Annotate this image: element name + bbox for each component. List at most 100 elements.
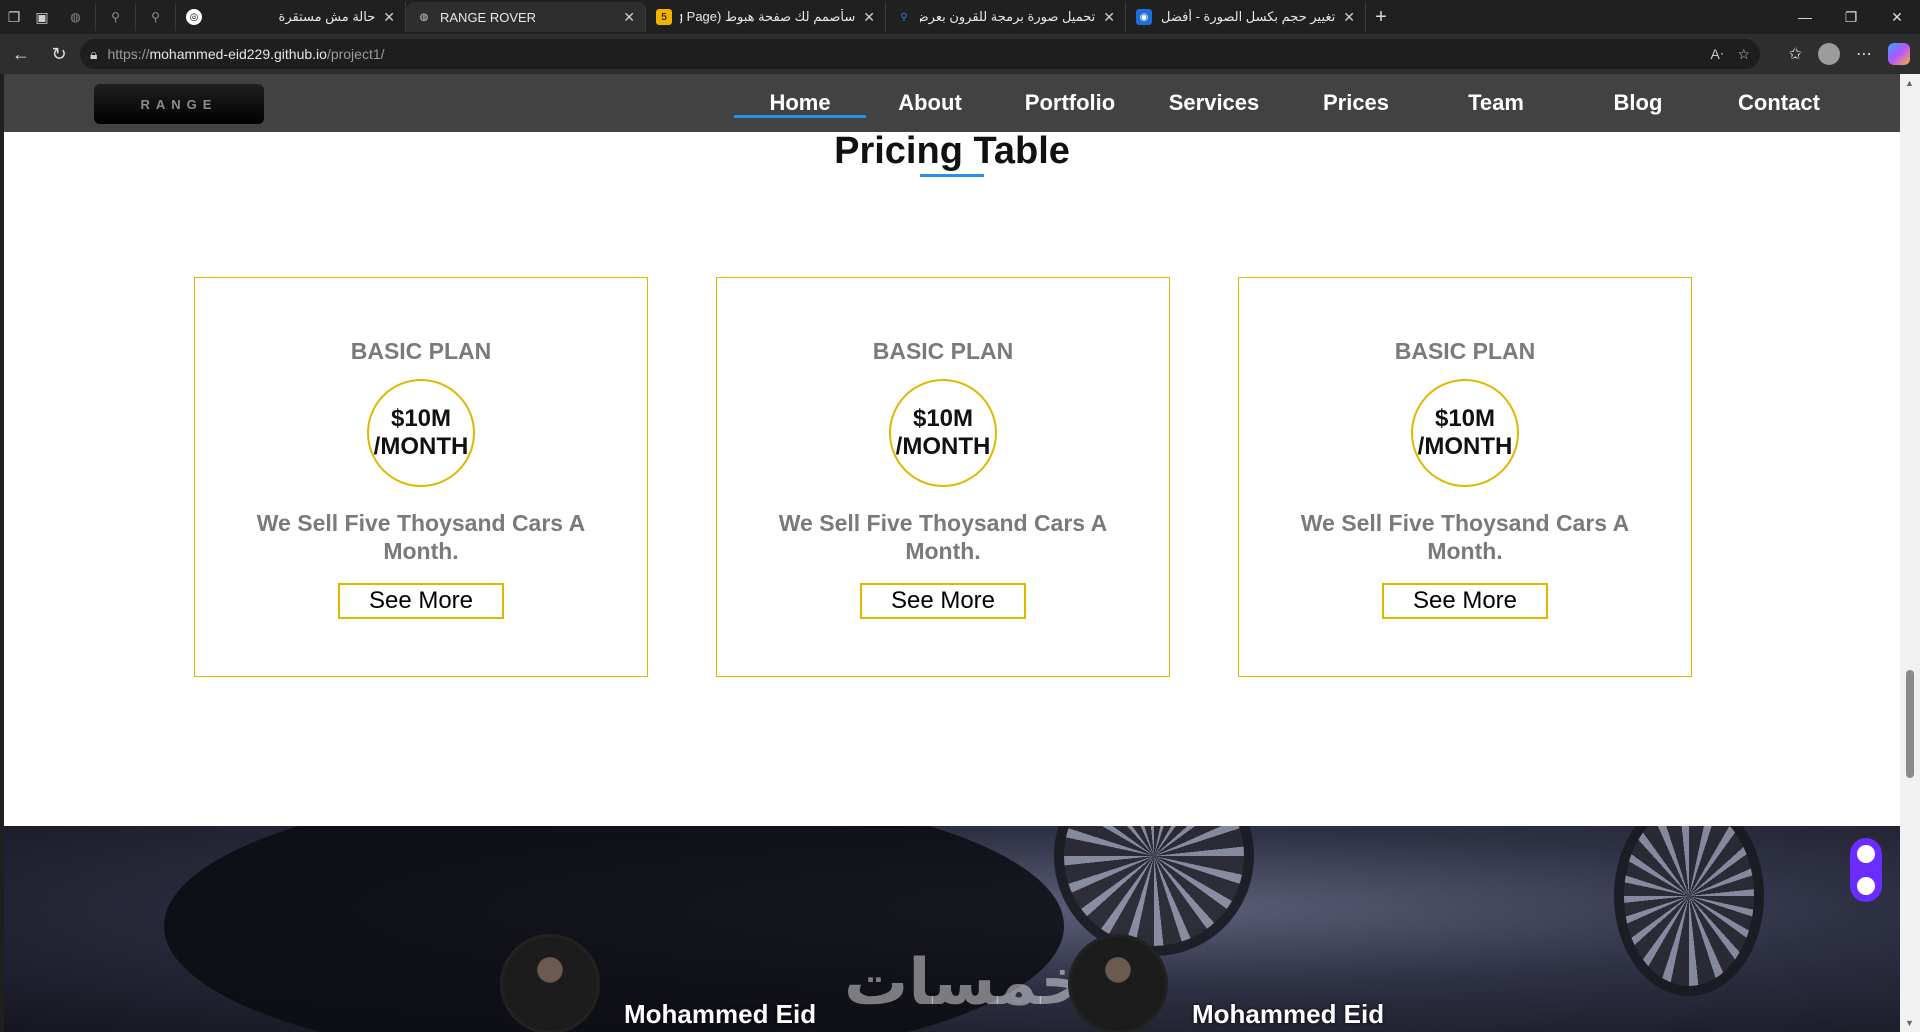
title-underline (920, 174, 984, 177)
pricing-card: BASIC PLAN $10M /MONTH We Sell Five Thoy… (194, 277, 648, 677)
refresh-icon: ↻ (51, 43, 67, 64)
window-controls: — ❐ ✕ (1782, 0, 1920, 34)
pricing-card: BASIC PLAN $10M /MONTH We Sell Five Thoy… (1238, 277, 1692, 677)
nav-contact[interactable]: Contact (1714, 74, 1844, 132)
nav-team[interactable]: Team (1430, 74, 1562, 132)
more-options-icon[interactable]: ⋯ (1856, 44, 1872, 64)
price-badge: $10M /MONTH (367, 379, 475, 487)
plan-description: We Sell Five Thoysand Cars A Month. (778, 510, 1108, 564)
tab-strip: ❐ ▣ ◍ ⚲ ⚲ ◎ حالة مش مستقرة ✕ ◍ RANGE ROV… (0, 0, 1920, 34)
khamsat-favicon-icon: 5 (656, 9, 672, 25)
restore-icon[interactable]: ❐ (1828, 0, 1874, 34)
browser-window: ❐ ▣ ◍ ⚲ ⚲ ◎ حالة مش مستقرة ✕ ◍ RANGE ROV… (0, 0, 1920, 1032)
tab-title: RANGE ROVER (440, 9, 537, 25)
site-header: RANGE Home About Portfolio Services Pric… (4, 74, 1900, 132)
see-more-button[interactable]: See More (1382, 583, 1548, 619)
url-prefix: https:// (107, 46, 150, 62)
plan-name: BASIC PLAN (350, 338, 492, 364)
nav-prices[interactable]: Prices (1282, 74, 1430, 132)
price-badge: $10M /MONTH (1411, 379, 1519, 487)
copilot-icon[interactable] (1888, 43, 1910, 65)
widget-image-icon[interactable] (1857, 877, 1875, 895)
arrow-left-icon: ← (12, 43, 30, 64)
price-amount: $10M (1434, 405, 1496, 432)
tab-title: تحميل صورة برمجة للقرون بعرض 00 (920, 9, 1096, 24)
tab-actions-icon[interactable]: ▣ (28, 3, 56, 31)
tab-3[interactable]: ⚲ تحميل صورة برمجة للقرون بعرض 00 ✕ (886, 2, 1126, 32)
nav-services[interactable]: Services (1146, 74, 1282, 132)
pinned-tab-globe[interactable]: ◍ (56, 3, 96, 31)
price-badge: $10M /MONTH (889, 379, 997, 487)
address-bar[interactable]: 🔒︎ https://mohammed-eid229.github.io/pro… (80, 39, 1760, 69)
url-host: mohammed-eid229.github.io (149, 46, 327, 62)
close-icon[interactable]: ✕ (383, 9, 395, 26)
refresh-button[interactable]: ↻ (42, 37, 76, 71)
close-icon[interactable]: ✕ (623, 9, 635, 26)
search-icon: ⚲ (900, 11, 908, 23)
tab-favicon-icon: ◎ (186, 9, 202, 25)
minimize-icon[interactable]: — (1782, 0, 1828, 34)
close-icon[interactable]: ✕ (863, 9, 875, 26)
price-amount: $10M (912, 405, 974, 432)
floating-widget[interactable] (1850, 838, 1882, 902)
toolbar-right: ✩ ⋯ (1789, 37, 1910, 71)
nav-portfolio[interactable]: Portfolio (994, 74, 1146, 132)
price-period: /MONTH (373, 433, 469, 460)
new-tab-button[interactable]: + (1366, 3, 1396, 31)
tab-1[interactable]: ◍ RANGE ROVER ✕ (406, 2, 646, 32)
url-path: /project1/ (326, 46, 385, 62)
scroll-up-icon[interactable]: ▲ (1905, 78, 1914, 88)
read-aloud-icon[interactable]: Aᐧ (1711, 46, 1724, 63)
pinned-tab-search-2[interactable]: ⚲ (136, 3, 176, 31)
member-photo (500, 934, 600, 1032)
widget-record-icon[interactable] (1857, 845, 1875, 863)
close-window-icon[interactable]: ✕ (1874, 0, 1920, 34)
favorite-star-icon[interactable]: ☆ (1737, 46, 1750, 63)
member-photo (1068, 934, 1168, 1032)
page-scrollbar[interactable]: ▲ ▼ (1900, 74, 1920, 1032)
globe-icon: ◍ (70, 10, 81, 24)
pricing-cards: BASIC PLAN $10M /MONTH We Sell Five Thoy… (194, 277, 1692, 677)
member-name: Mohammed Eid (624, 999, 817, 1029)
price-period: /MONTH (895, 433, 991, 460)
nav-blog[interactable]: Blog (1562, 74, 1714, 132)
car-wheel (1614, 826, 1764, 996)
site-logo[interactable]: RANGE (94, 84, 264, 124)
tab-title: حالة مش مستقرة (278, 9, 376, 24)
close-icon[interactable]: ✕ (1343, 9, 1355, 26)
tab-4[interactable]: ◉ تغيير حجم بكسل الصورة - أفضل تغ ✕ (1126, 2, 1366, 32)
scrollbar-thumb[interactable] (1906, 670, 1914, 778)
close-icon[interactable]: ✕ (1103, 9, 1115, 26)
plan-name: BASIC PLAN (1394, 338, 1536, 364)
favorites-icon[interactable]: ✩ (1789, 44, 1802, 64)
plan-description: We Sell Five Thoysand Cars A Month. (256, 510, 586, 564)
see-more-button[interactable]: See More (860, 583, 1026, 619)
search-icon: ⚲ (111, 10, 120, 24)
pinned-tab-search-1[interactable]: ⚲ (96, 3, 136, 31)
see-more-button[interactable]: See More (338, 583, 504, 619)
price-period: /MONTH (1417, 433, 1513, 460)
member-name: Mohammed Eid (1192, 999, 1385, 1029)
team-banner: Mohammed Eid خمسات Mohammed Eid (4, 826, 1900, 1032)
plan-description: We Sell Five Thoysand Cars A Month. (1300, 510, 1630, 564)
pricing-title: Pricing Table (834, 130, 1070, 172)
browser-toolbar: ← ↻ 🔒︎ https://mohammed-eid229.github.io… (0, 34, 1920, 74)
plan-name: BASIC PLAN (872, 338, 1014, 364)
url-text: https://mohammed-eid229.github.io/projec… (107, 46, 384, 62)
logo-text: RANGE (140, 96, 218, 112)
page-viewport: RANGE Home About Portfolio Services Pric… (4, 74, 1900, 1032)
back-button[interactable]: ← (4, 37, 38, 71)
globe-icon: ◍ (419, 11, 429, 23)
resize-favicon-icon: ◉ (1136, 9, 1152, 25)
nav-home[interactable]: Home (734, 74, 866, 132)
omnibox-actions: Aᐧ ☆ (1711, 39, 1750, 69)
nav-about[interactable]: About (866, 74, 994, 132)
lock-icon: 🔒︎ (90, 45, 98, 62)
tab-0[interactable]: ◎ حالة مش مستقرة ✕ (176, 2, 406, 32)
plus-icon: + (1375, 5, 1387, 28)
main-nav: Home About Portfolio Services Prices Tea… (734, 74, 1844, 132)
tab-2[interactable]: 5 سأصمم لك صفحة هبوط (Landing Page) ✕ (646, 2, 886, 32)
profile-avatar[interactable] (1818, 43, 1840, 65)
workspaces-icon[interactable]: ❐ (0, 3, 28, 31)
scroll-down-icon[interactable]: ▼ (1905, 1018, 1914, 1028)
